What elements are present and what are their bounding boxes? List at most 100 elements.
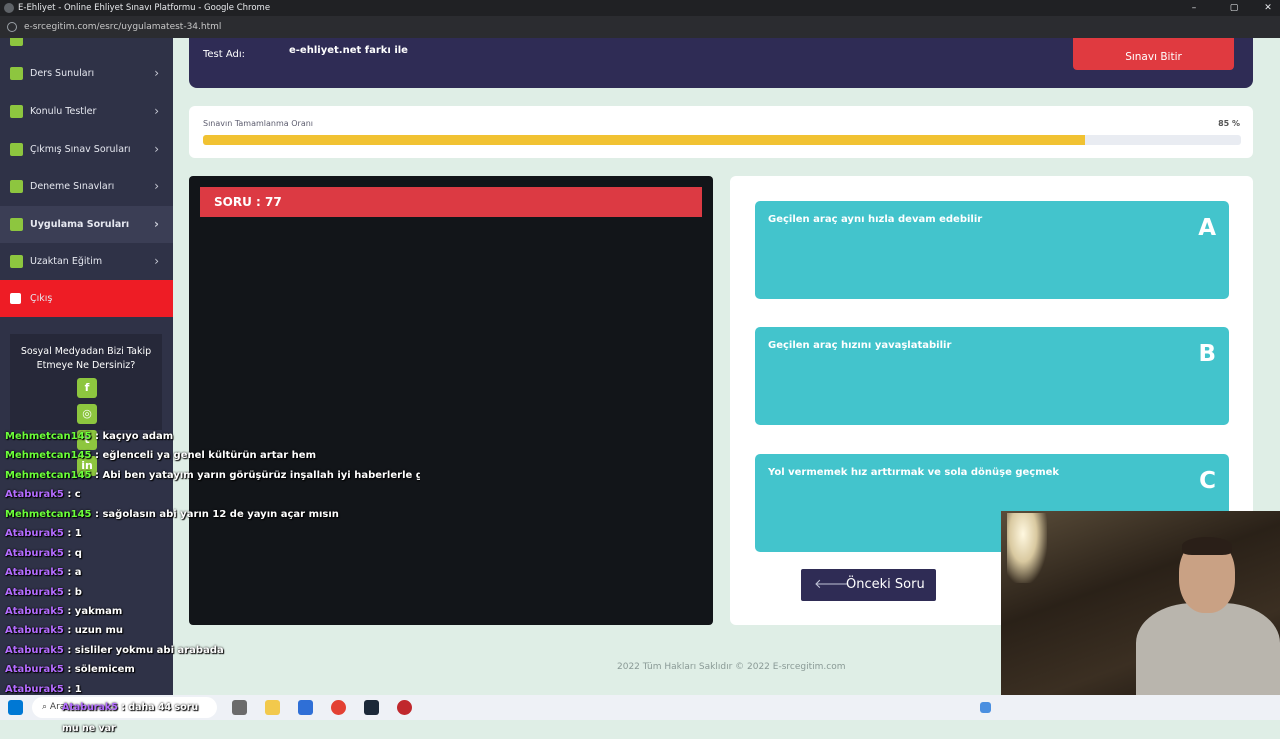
chat-text: : sölemicem [63,664,135,675]
chat-text: : yakmam [63,606,123,617]
lamp-light [1007,513,1047,583]
chat-message: Ataburak5 : b [5,587,82,598]
finish-exam-label: Sınavı Bitir [1125,51,1182,63]
chat-text: : 1 [63,684,82,695]
chat-user: Ataburak5 [5,528,64,539]
sidebar-item-cikmis-sorular[interactable]: Çıkmış Sınav Soruları › [0,131,173,168]
chat-text: : Abi ben yatayım yarın görüşürüz inşall… [94,470,420,481]
site-info-icon[interactable] [7,22,17,32]
start-icon[interactable] [8,700,23,715]
chat-text: : a [63,567,82,578]
sidebar-item-label: Çıkış [30,293,53,304]
option-text: Geçilen araç aynı hızla devam edebilir [768,214,983,225]
chat-text: : b [63,587,82,598]
chat-message: Ataburak5 : a [5,567,82,578]
presentation-icon [10,67,23,80]
sidebar-item-deneme-sinavlari[interactable]: Deneme Sınavları › [0,168,173,205]
chevron-right-icon: › [154,179,159,193]
book-icon [10,38,23,46]
chat-message: Mehmetcan145 : eğlenceli ya genel kültür… [5,450,316,461]
sidebar-item-label: Konulu Testler [30,106,97,117]
chrome-icon[interactable] [331,700,346,715]
progress-bar-fill [203,135,1086,145]
option-b[interactable]: Geçilen araç hızını yavaşlatabilir B [755,327,1229,425]
test-name-value: e-ehliyet.net farkı ile [289,45,408,56]
chat-text: : 1 [63,528,82,539]
chat-user: Ataburak5 [5,567,64,578]
option-text: Yol vermemek hız arttırmak ve sola dönüş… [768,467,1060,478]
chat-message: Ataburak5 : 1 [5,528,82,539]
chat-text: : eğlenceli ya genel kültürün artar hem [91,450,316,461]
window-title: E-Ehliyet - Online Ehliyet Sınavı Platfo… [18,3,271,13]
chevron-right-icon: › [154,142,159,156]
sidebar-item-konulu-testler[interactable]: Konulu Testler › [0,93,173,130]
progress-card: Sınavın Tamamlanma Oranı 85 % [189,106,1253,158]
streamer-body [1136,603,1280,695]
chat-message: Mehmetcan145 : sağolasın abi yarın 12 de… [5,509,339,520]
chat-text: : sağolasın abi yarın 12 de yayın açar m… [91,509,339,520]
chevron-right-icon: › [154,104,159,118]
maximize-button[interactable]: ▢ [1222,0,1246,16]
progress-bar [203,135,1241,145]
chevron-right-icon: › [154,217,159,231]
option-a[interactable]: Geçilen araç aynı hızla devam edebilir A [755,201,1229,299]
address-bar[interactable]: e-srcegitim.com/esrc/uygulamatest-34.htm… [0,16,1280,38]
chat-message: Ataburak5 : c [5,489,81,500]
webcam-overlay [1001,511,1280,695]
arrow-left-icon: 🡐 [814,577,849,592]
progress-percent: 85 % [1218,119,1240,128]
sidebar-item-uygulama-sorulari[interactable]: Uygulama Soruları › [0,206,173,243]
chat-message: Ataburak5 : sölemicem [5,664,135,675]
steam-icon[interactable] [364,700,379,715]
chat-message: Ataburak5 : 1 [5,684,82,695]
obs-icon[interactable] [397,700,412,715]
facebook-icon[interactable]: f [77,378,97,398]
chat-message: Ataburak5 : yakmam [5,606,122,617]
stream-chat-overlay: Mehmetcan145 : kaçıyo adam Mehmetcan145 … [0,408,420,698]
streamer-hair [1182,537,1232,555]
file-explorer-icon[interactable] [265,700,280,715]
outlook-icon[interactable] [298,700,313,715]
sidebar-item-cikis[interactable]: Çıkış [0,280,173,317]
chat-user: Ataburak5 [5,489,64,500]
chat-text: : sisliler yokmu abi arabada [63,645,224,656]
chat-user: Ataburak5 [5,684,64,695]
close-button[interactable]: ✕ [1256,0,1280,16]
chat-message: Ataburak5 : uzun mu [5,625,123,636]
task-view-icon[interactable] [232,700,247,715]
previous-question-button[interactable]: 🡐 Önceki Soru [801,569,936,601]
progress-title: Sınavın Tamamlanma Oranı [203,119,314,128]
footer-copyright: 2022 Tüm Hakları Saklıdır © 2022 E-srceg… [617,662,846,672]
laptop-icon [10,255,23,268]
chat-text: : kaçıyo adam [91,431,174,442]
chat-user: Ataburak5 [62,702,118,713]
sidebar-item-label: Uzaktan Eğitim [30,256,103,267]
chat-user: Ataburak5 [5,606,64,617]
taskbar-search[interactable]: ⌕ Ara Ataburak5 : daha 44 soru mu ne var [32,697,217,734]
tray-icon[interactable] [980,702,991,713]
chat-user: Ataburak5 [5,625,64,636]
chat-text: : q [63,548,82,559]
chat-user: Mehmetcan145 [5,470,92,481]
car-icon [10,218,23,231]
sidebar-item-label: Uygulama Soruları [30,219,130,230]
windows-taskbar: ⌕ Ara Ataburak5 : daha 44 soru mu ne var [0,695,1280,734]
test-name-label: Test Adı: [203,49,246,60]
chat-user: Ataburak5 [5,664,64,675]
chat-text: : c [63,489,81,500]
url-text[interactable]: e-srcegitim.com/esrc/uygulamatest-34.htm… [24,16,221,38]
chat-message: Ataburak5 : sisliler yokmu abi arabada [5,645,224,656]
browser-titlebar: E-Ehliyet - Online Ehliyet Sınavı Platfo… [0,0,1280,16]
sidebar-item-ders-sunulari[interactable]: Ders Sunuları › [0,55,173,92]
chat-message: Mehmetcan145 : Abi ben yatayım yarın gör… [5,470,420,481]
folder-icon [10,180,23,193]
question-number: SORU : 77 [200,187,702,217]
chat-text: : uzun mu [63,625,124,636]
option-letter: C [1199,468,1216,494]
finish-exam-button[interactable]: Sınavı Bitir [1073,38,1234,70]
chrome-tab-icon [4,3,14,13]
minimize-button[interactable]: – [1182,0,1206,16]
sidebar-item-uzaktan-egitim[interactable]: Uzaktan Eğitim › [0,243,173,280]
sidebar-item-label: Ders Sunuları [30,68,95,79]
chat-user: Ataburak5 [5,548,64,559]
